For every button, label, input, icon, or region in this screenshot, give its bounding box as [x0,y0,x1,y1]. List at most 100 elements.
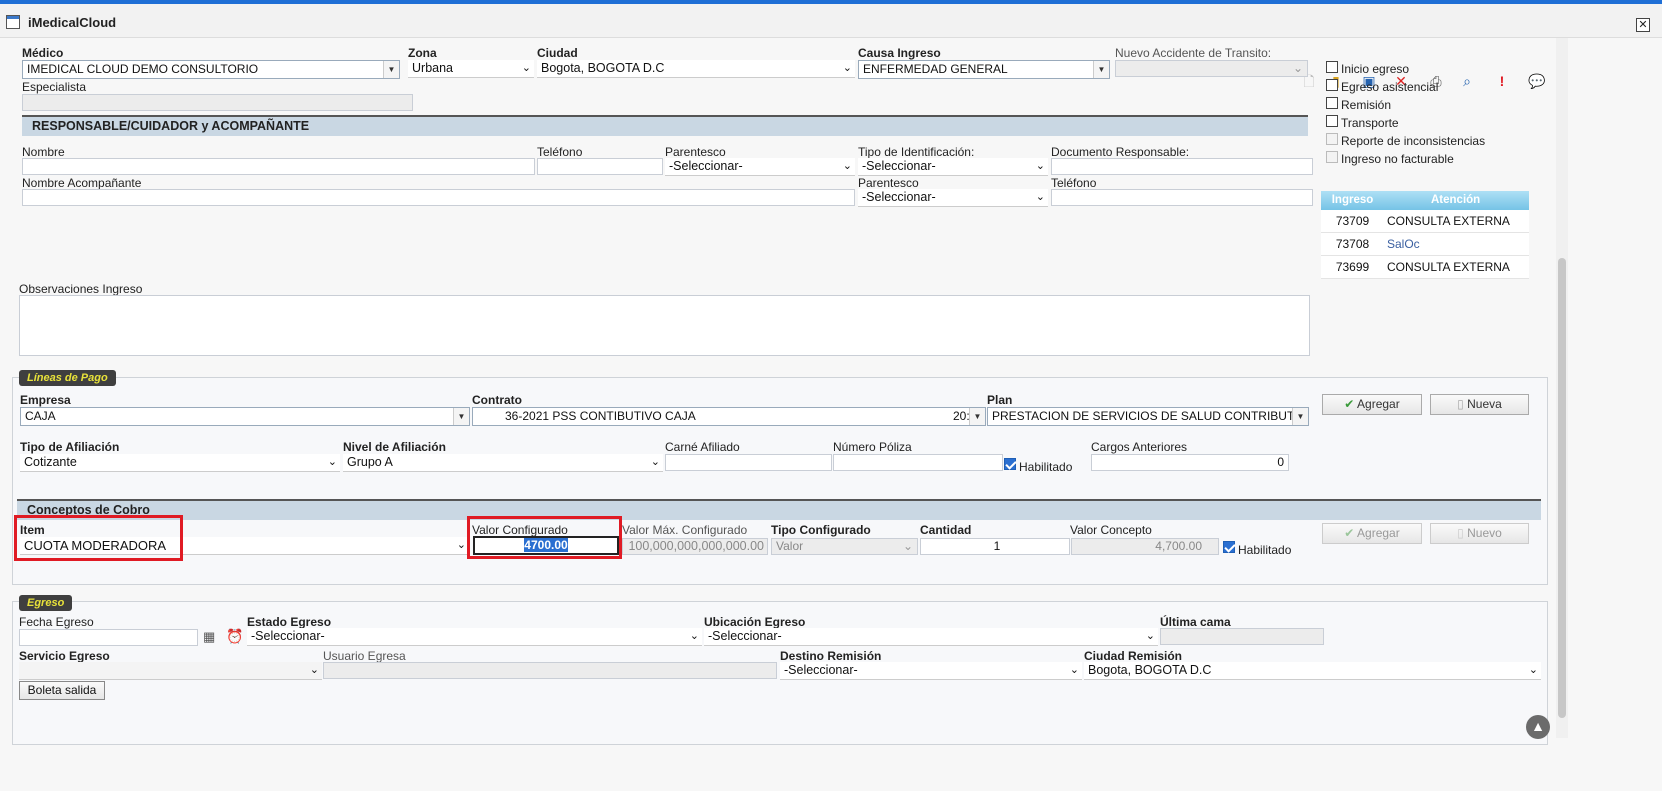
chevron-down-icon: ⌄ [650,456,660,468]
nivel-afiliacion-select[interactable]: Grupo A ⌄ [343,454,663,472]
nueva-linea-button[interactable]: ▯ Nueva [1430,394,1529,415]
destino-remision-select[interactable]: -Seleccionar- ⌄ [780,662,1082,680]
ciudad-remision-label: Ciudad Remisión [1084,649,1183,663]
scroll-to-top-icon[interactable]: ▲ [1526,715,1550,739]
agregar-concepto-button[interactable]: ✔ Agregar [1322,523,1422,544]
scrollbar-thumb[interactable] [1558,258,1566,718]
transporte-label: Transporte [1341,116,1399,130]
remision-label: Remisión [1341,98,1392,112]
dropdown-arrow-icon[interactable]: ▼ [969,408,985,425]
empresa-value: CAJA [25,409,56,423]
table-row[interactable]: 73709 CONSULTA EXTERNA [1321,210,1529,233]
contrato-combo[interactable]: 36-2021 PSS CONTIBUTIVO CAJA 20: ▼ [472,407,986,426]
inicio-egreso-checkbox[interactable] [1326,61,1338,73]
chevron-down-icon: ⌄ [689,630,699,642]
medico-combo[interactable]: IMEDICAL CLOUD DEMO CONSULTORIO ▼ [22,60,400,79]
tipo-identificacion-label: Tipo de Identificación: [858,145,975,159]
cantidad-label: Cantidad [920,523,972,537]
table-row[interactable]: 73699 CONSULTA EXTERNA [1321,256,1529,279]
chevron-down-icon: ⌄ [1069,664,1079,676]
accidente-label: Nuevo Accidente de Transito: [1115,46,1272,60]
dropdown-arrow-icon[interactable]: ▼ [1093,61,1109,78]
dropdown-arrow-icon[interactable]: ▼ [383,61,399,78]
chat-icon[interactable]: 💬 [1528,73,1545,89]
tipo-afiliacion-select[interactable]: Cotizante ⌄ [20,454,340,472]
app-window-icon [6,15,20,29]
zona-value: Urbana [412,61,453,75]
ciudad-select[interactable]: Bogota, BOGOTA D.C ⌄ [537,60,855,78]
habilitado-linea-checkbox[interactable] [1004,458,1016,470]
empresa-label: Empresa [20,393,71,407]
alert-icon[interactable]: ! [1494,73,1510,89]
nivel-afiliacion-value: Grupo A [347,455,393,469]
egreso-asistencial-checkbox[interactable] [1326,79,1338,91]
atencion-cell: CONSULTA EXTERNA [1387,214,1510,228]
nombre-field[interactable] [22,158,535,175]
remision-checkbox[interactable] [1326,97,1338,109]
valor-concepto-label: Valor Concepto [1070,523,1152,537]
reporte-inconsistencias-label: Reporte de inconsistencias [1341,134,1486,148]
cantidad-field[interactable]: 1 [920,538,1070,555]
documento-responsable-field[interactable] [1051,158,1313,175]
reporte-inconsistencias-checkbox[interactable] [1326,133,1338,145]
agregar-linea-button[interactable]: ✔ Agregar [1322,394,1422,415]
nombre-acompanante-label: Nombre Acompañante [22,176,142,190]
fecha-egreso-label: Fecha Egreso [19,615,94,629]
medico-value: IMEDICAL CLOUD DEMO CONSULTORIO [27,62,259,76]
ingreso-cell: 73709 [1335,214,1370,228]
causa-ingreso-combo[interactable]: ENFERMEDAD GENERAL ▼ [858,60,1110,79]
servicio-egreso-select[interactable]: ⌄ [19,662,322,680]
telefono2-field[interactable] [1051,189,1313,206]
parentesco2-select[interactable]: -Seleccionar- ⌄ [858,189,1048,207]
transporte-checkbox[interactable] [1326,115,1338,127]
destino-remision-label: Destino Remisión [780,649,882,663]
agregar-concepto-label: Agregar [1357,526,1400,540]
numero-poliza-field[interactable] [833,454,1003,471]
ingreso-no-facturable-label: Ingreso no facturable [1341,152,1454,166]
responsable-section-header: RESPONSABLE/CUIDADOR y ACOMPAÑANTE [22,115,1308,136]
nuevo-concepto-button[interactable]: ▯ Nuevo [1430,523,1529,544]
estado-egreso-select[interactable]: -Seleccionar- ⌄ [247,628,702,646]
accidente-select[interactable]: ⌄ [1115,60,1308,77]
alarm-clock-icon[interactable]: ⏰ [226,628,243,645]
ciudad-remision-select[interactable]: Bogota, BOGOTA D.C ⌄ [1084,662,1541,680]
atencion-cell: SalOc [1387,237,1420,251]
preview-icon[interactable]: ⌕ [1459,73,1475,89]
table-row[interactable]: 73708 SalOc [1321,233,1529,256]
ubicacion-egreso-select[interactable]: -Seleccionar- ⌄ [704,628,1158,646]
vertical-scrollbar[interactable] [1556,38,1568,738]
dropdown-arrow-icon[interactable]: ▼ [453,408,469,425]
app-title: iMedicalCloud [28,15,117,30]
empresa-combo[interactable]: CAJA ▼ [20,407,470,426]
contrato-suffix: 20: [953,409,970,423]
contrato-value: 36-2021 PSS CONTIBUTIVO CAJA [505,409,696,423]
header-ingreso: Ingreso [1331,194,1374,206]
ultima-cama-field [1160,628,1324,645]
boleta-salida-button[interactable]: Boleta salida [19,681,105,700]
new-document-icon: ▯ [1457,397,1464,411]
parentesco-select[interactable]: -Seleccionar- ⌄ [665,158,855,176]
cargos-anteriores-field[interactable]: 0 [1091,454,1289,471]
habilitado-concepto-checkbox[interactable] [1223,541,1235,553]
carne-afiliado-label: Carné Afiliado [665,440,740,454]
calendar-icon[interactable]: ▦ [203,629,215,645]
plan-combo[interactable]: PRESTACION DE SERVICIOS DE SALUD CONTRIB… [987,407,1309,426]
fecha-egreso-field[interactable] [19,629,198,646]
telefono2-label: Teléfono [1051,176,1097,190]
tipo-identificacion-select[interactable]: -Seleccionar- ⌄ [858,158,1048,176]
contrato-label: Contrato [472,393,522,407]
ingreso-no-facturable-checkbox[interactable] [1326,151,1338,163]
zona-select[interactable]: Urbana ⌄ [408,60,534,78]
chevron-down-icon: ⌄ [842,160,852,172]
nombre-acompanante-field[interactable] [22,189,855,206]
valor-concepto-field: 4,700.00 [1071,538,1219,555]
close-icon[interactable]: ✕ [1636,18,1650,32]
observaciones-textarea[interactable] [19,295,1310,356]
carne-afiliado-field[interactable] [665,454,832,471]
telefono-field[interactable] [537,158,663,175]
dropdown-arrow-icon[interactable]: ▼ [1292,408,1308,425]
usuario-egresa-field [323,662,777,679]
parentesco2-value: -Seleccionar- [862,190,936,204]
especialista-field[interactable] [22,94,413,111]
tipo-configurado-value: Valor [776,539,804,553]
